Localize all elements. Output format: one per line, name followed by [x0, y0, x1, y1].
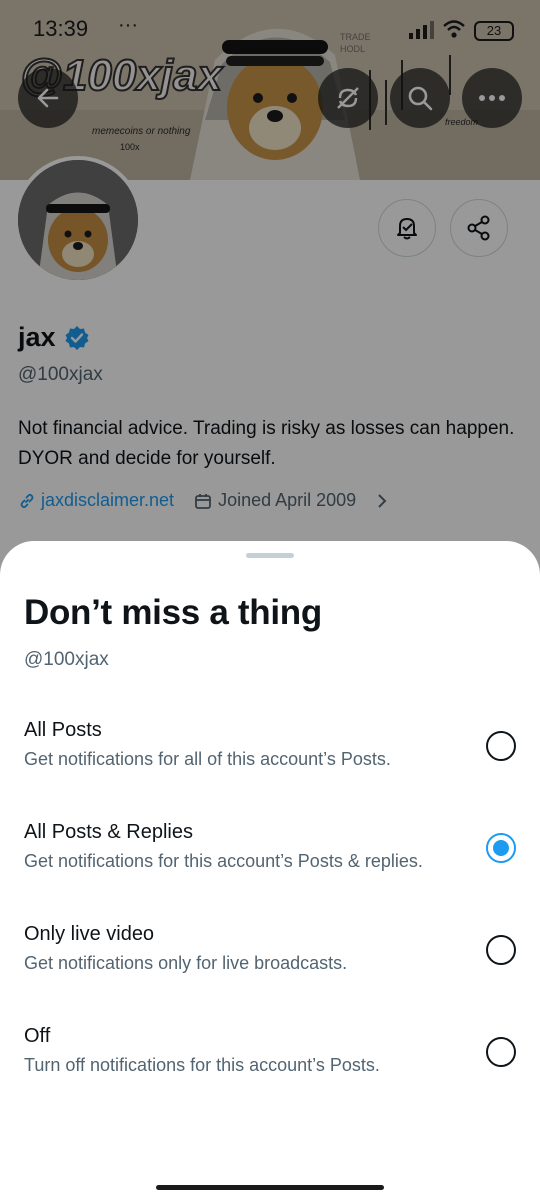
home-indicator[interactable] [156, 1185, 384, 1190]
option-description: Get notifications for this account’s Pos… [24, 851, 423, 871]
option-only-live-video[interactable]: Only live video Get notifications only f… [0, 915, 540, 1005]
option-description: Get notifications only for live broadcas… [24, 953, 348, 973]
option-description: Get notifications for all of this accoun… [24, 749, 391, 769]
notification-settings-sheet: Don’t miss a thing @100xjax All Posts Ge… [0, 541, 540, 1200]
option-title: All Posts [24, 719, 102, 741]
option-off[interactable]: Off Turn off notifications for this acco… [0, 1017, 540, 1107]
radio-off[interactable] [486, 1037, 516, 1067]
sheet-grabber[interactable] [246, 553, 294, 558]
sheet-title: Don’t miss a thing [24, 593, 322, 632]
radio-all-posts-replies[interactable] [486, 833, 516, 863]
radio-selected-dot [493, 840, 509, 856]
radio-only-live-video[interactable] [486, 935, 516, 965]
option-title: All Posts & Replies [24, 821, 193, 843]
option-description: Turn off notifications for this account’… [24, 1055, 380, 1075]
sheet-handle: @100xjax [24, 649, 109, 670]
option-all-posts[interactable]: All Posts Get notifications for all of t… [0, 711, 540, 801]
radio-all-posts[interactable] [486, 731, 516, 761]
option-title: Off [24, 1025, 51, 1047]
option-title: Only live video [24, 923, 155, 945]
option-all-posts-replies[interactable]: All Posts & Replies Get notifications fo… [0, 813, 540, 903]
